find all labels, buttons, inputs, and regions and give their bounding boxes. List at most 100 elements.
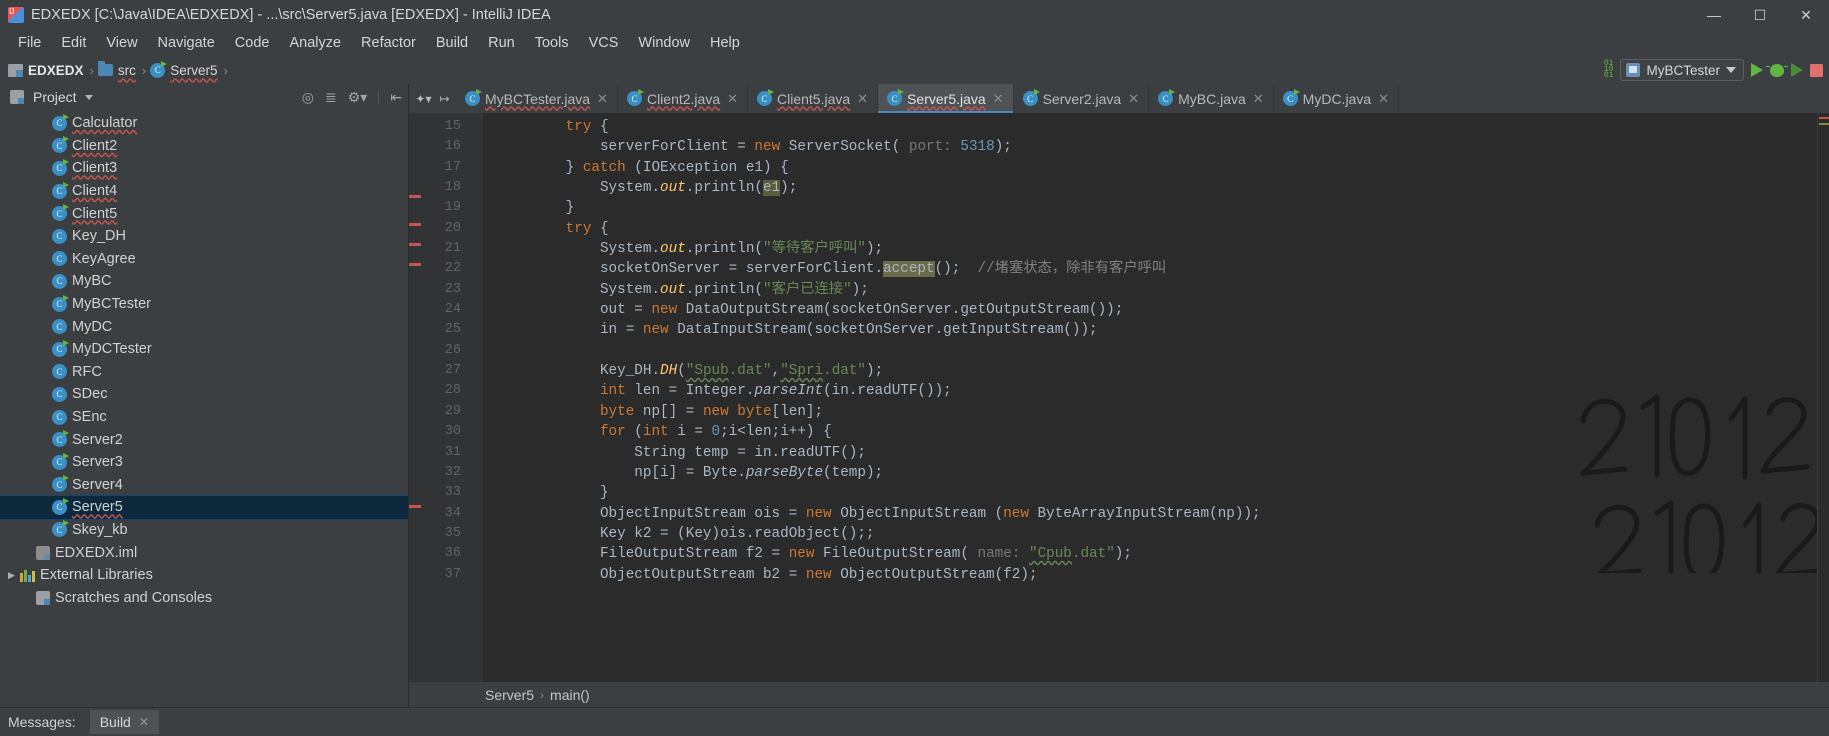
tree-item-external-libraries[interactable]: ▶ External Libraries [0, 564, 408, 587]
tab-label: MyDC.java [1302, 90, 1372, 107]
tree-item-mydctester[interactable]: C MyDCTester [0, 338, 408, 361]
tree-item-key-dh[interactable]: C Key_DH [0, 225, 408, 248]
expand-tabs-icon[interactable]: ↦ [440, 92, 450, 106]
menu-edit[interactable]: Edit [51, 33, 96, 53]
tab-mydc-java[interactable]: C MyDC.java ✕ [1273, 84, 1400, 113]
menu-refactor[interactable]: Refactor [351, 33, 426, 53]
editor-scrollbar[interactable] [1817, 113, 1829, 682]
java-class-icon: C [52, 452, 69, 470]
change-marker [409, 223, 421, 226]
maximize-button[interactable]: ☐ [1737, 0, 1783, 30]
change-markers-gutter [409, 113, 421, 682]
hide-icon[interactable]: ⇤ [390, 90, 402, 104]
tab-mybc-java[interactable]: C MyBC.java ✕ [1149, 84, 1274, 113]
tree-item-edxedx-iml[interactable]: EDXEDX.iml [0, 541, 408, 564]
menu-file[interactable]: File [8, 33, 51, 53]
compile-icon[interactable]: 01 10 01 [1604, 60, 1614, 80]
tab-client5-java[interactable]: C Client5.java ✕ [748, 84, 879, 113]
menu-navigate[interactable]: Navigate [148, 33, 225, 53]
close-icon[interactable]: ✕ [139, 715, 149, 729]
expand-arrow-icon[interactable]: ▶ [8, 570, 20, 581]
editor-area: ✦▾ ↦ C MyBCTester.java ✕ C Client2.java … [409, 84, 1829, 707]
tab-close-icon[interactable]: ✕ [993, 91, 1004, 107]
breadcrumb-server5[interactable]: Server5 [170, 63, 217, 78]
tree-item-server4[interactable]: C Server4 [0, 474, 408, 497]
tree-item-label: External Libraries [40, 567, 153, 584]
breadcrumb-method[interactable]: main() [550, 687, 590, 703]
tree-item-mybctester[interactable]: C MyBCTester [0, 293, 408, 316]
project-icon [10, 90, 24, 104]
tab-server5-java[interactable]: C Server5.java ✕ [878, 84, 1014, 113]
source-code[interactable]: try { serverForClient = new ServerSocket… [483, 113, 1817, 682]
menu-build[interactable]: Build [426, 33, 478, 53]
tab-server2-java[interactable]: C Server2.java ✕ [1013, 84, 1150, 113]
breadcrumb-class[interactable]: Server5 [485, 687, 534, 703]
tree-item-label: EDXEDX.iml [55, 544, 138, 561]
tree-item-label: MyDCTester [72, 341, 152, 358]
collapse-all-icon[interactable]: ≣ [325, 90, 337, 104]
tree-item-senc[interactable]: C SEnc [0, 406, 408, 429]
close-button[interactable]: ✕ [1783, 0, 1829, 30]
breadcrumb-separator-3: › [223, 62, 228, 78]
tab-client2-java[interactable]: C Client2.java ✕ [617, 84, 749, 113]
menu-window[interactable]: Window [628, 33, 700, 53]
minimize-button[interactable]: — [1691, 0, 1737, 30]
locate-icon[interactable]: ◎ [302, 90, 314, 104]
tree-item-client3[interactable]: C Client3 [0, 157, 408, 180]
tab-close-icon[interactable]: ✕ [597, 91, 608, 107]
tree-item-mydc[interactable]: C MyDC [0, 315, 408, 338]
favorites-icon[interactable]: ✦▾ [415, 92, 431, 106]
java-class-icon: C [52, 475, 69, 493]
tree-item-server2[interactable]: C Server2 [0, 428, 408, 451]
java-file-icon: C [465, 89, 482, 106]
code-folding-gutter[interactable] [471, 113, 483, 682]
tab-mybctester-java[interactable]: C MyBCTester.java ✕ [456, 84, 618, 113]
java-class-icon: C [52, 364, 67, 380]
java-class-icon: C [52, 251, 67, 267]
tree-item-scratches-and-consoles[interactable]: Scratches and Consoles [0, 586, 408, 609]
settings-icon[interactable]: ⚙▾ [348, 90, 368, 104]
breadcrumb-src[interactable]: src [118, 63, 136, 78]
status-bar: Messages: Build ✕ [0, 707, 1829, 736]
tab-close-icon[interactable]: ✕ [857, 91, 868, 107]
menu-analyze[interactable]: Analyze [279, 33, 351, 53]
java-class-icon: C [52, 204, 69, 222]
debug-icon[interactable] [1766, 63, 1788, 77]
tree-item-keyagree[interactable]: C KeyAgree [0, 248, 408, 271]
tree-item-client2[interactable]: C Client2 [0, 135, 408, 158]
run-with-coverage-icon[interactable] [1791, 63, 1803, 77]
tree-item-mybc[interactable]: C MyBC [0, 270, 408, 293]
tree-item-server3[interactable]: C Server3 [0, 451, 408, 474]
menu-vcs[interactable]: VCS [579, 33, 629, 53]
project-tree[interactable]: C Calculator C Client2 C Client3 C Clien… [0, 110, 408, 707]
tab-close-icon[interactable]: ✕ [1253, 91, 1264, 107]
run-configuration-icon [1626, 63, 1641, 77]
menu-run[interactable]: Run [478, 33, 525, 53]
menu-help[interactable]: Help [700, 33, 750, 53]
tree-item-server5[interactable]: C Server5 [0, 495, 408, 520]
run-configuration-selector[interactable]: MyBCTester [1620, 59, 1744, 81]
menu-view[interactable]: View [96, 33, 147, 53]
breadcrumb: EDXEDX › src › C Server5 › [8, 60, 232, 78]
java-class-icon: C [52, 158, 69, 176]
menu-code[interactable]: Code [225, 33, 280, 53]
breadcrumb-project[interactable]: EDXEDX [28, 63, 84, 78]
tree-item-sdec[interactable]: C SDec [0, 383, 408, 406]
warning-stripe[interactable] [1819, 123, 1829, 125]
tree-item-calculator[interactable]: C Calculator [0, 112, 408, 135]
tab-close-icon[interactable]: ✕ [727, 91, 738, 107]
stop-icon[interactable] [1810, 63, 1823, 77]
chevron-down-icon[interactable] [84, 94, 93, 100]
tree-item-skey-kb[interactable]: C Skey_kb [0, 519, 408, 542]
menu-tools[interactable]: Tools [525, 33, 579, 53]
tree-item-client4[interactable]: C Client4 [0, 180, 408, 203]
tree-item-label: MyBC [72, 273, 112, 290]
tab-close-icon[interactable]: ✕ [1128, 91, 1139, 107]
tree-item-rfc[interactable]: C RFC [0, 361, 408, 384]
build-tool-tab[interactable]: Build ✕ [89, 710, 159, 734]
tab-close-icon[interactable]: ✕ [1378, 91, 1389, 107]
error-stripe[interactable] [1819, 117, 1829, 119]
code-editor[interactable]: 15 16 17 18 19 20 21 22 23 24 25 26 27 2… [409, 113, 1829, 682]
tree-item-client5[interactable]: C Client5 [0, 202, 408, 225]
run-icon[interactable] [1751, 63, 1763, 77]
